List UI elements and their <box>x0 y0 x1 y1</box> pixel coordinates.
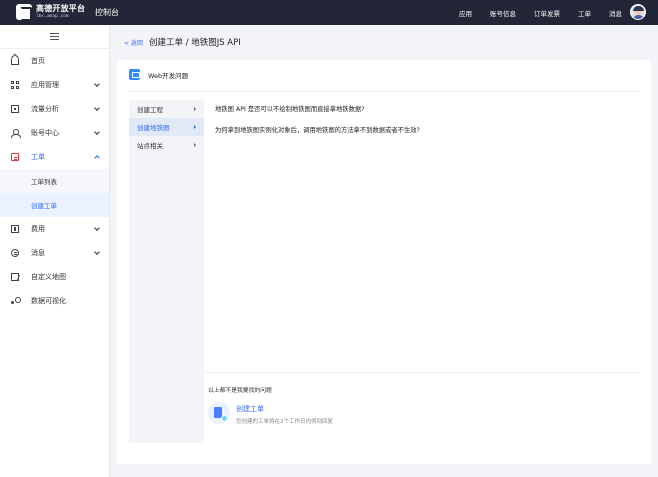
question-card: Web开发问题 创建工程 创建地铁图 站点相关 地铁图 API 是否可以不绘制地… <box>117 60 651 464</box>
apps-icon <box>11 81 19 89</box>
sidebar-item-traffic-analysis[interactable]: 流量分析 <box>0 97 109 121</box>
nav-messages[interactable]: 消息 <box>609 8 622 18</box>
chevron-down-icon <box>94 249 100 255</box>
logo-title: 高德开放平台 <box>36 3 86 13</box>
caret-right-icon <box>194 125 196 129</box>
monitor-icon <box>129 69 140 80</box>
logo[interactable]: 高德开放平台 lbs.amap.com <box>16 3 86 21</box>
nav-account-info[interactable]: 账号信息 <box>490 8 516 18</box>
sidebar-item-fees[interactable]: 费用 <box>0 217 109 241</box>
chevron-up-icon <box>94 155 100 161</box>
menu-toggle-icon[interactable] <box>50 33 59 40</box>
message-icon <box>11 249 19 257</box>
top-bar: 高德开放平台 lbs.amap.com 控制台 应用 账号信息 订单发票 工单 … <box>0 0 658 25</box>
card-title: Web开发问题 <box>148 71 189 80</box>
chevron-down-icon <box>94 225 100 231</box>
sidebar-subitem-create-ticket[interactable]: 创建工单 <box>0 193 109 217</box>
create-ticket-link[interactable]: 创建工单 <box>236 404 264 414</box>
chevron-down-icon <box>94 81 100 87</box>
logo-icon <box>16 4 32 21</box>
sidebar-item-label: 首页 <box>31 57 45 65</box>
sidebar-item-messages[interactable]: 消息 <box>0 241 109 265</box>
card-header: Web开发问题 <box>129 69 188 80</box>
create-ticket-icon[interactable] <box>208 402 230 424</box>
sidebar-item-app-management[interactable]: 应用管理 <box>0 73 109 97</box>
sidebar-item-account-center[interactable]: 账号中心 <box>0 121 109 145</box>
logo-subtitle: lbs.amap.com <box>36 13 69 19</box>
create-ticket-description: 您创建的工单将在2个工作日内得到回复 <box>236 419 334 425</box>
divider <box>129 91 639 92</box>
caret-right-icon <box>194 143 196 147</box>
user-icon <box>11 129 21 138</box>
sidebar-item-label: 费用 <box>31 225 45 233</box>
analytics-icon <box>11 105 19 113</box>
question-list: 地铁图 API 是否可以不绘制地铁图而直接拿地铁数据? 为何拿到地铁图实例化对象… <box>215 104 420 146</box>
sidebar-item-home[interactable]: 首页 <box>0 49 109 73</box>
category-create-subway-map[interactable]: 创建地铁图 <box>129 118 204 136</box>
visualization-icon <box>11 297 21 305</box>
sidebar-subitem-label: 工单列表 <box>31 178 57 186</box>
category-label: 创建地铁图 <box>137 124 170 132</box>
sidebar-item-label: 账号中心 <box>31 129 59 137</box>
category-create-project[interactable]: 创建工程 <box>129 100 204 118</box>
category-nav: 创建工程 创建地铁图 站点相关 <box>129 100 204 443</box>
fee-icon <box>11 225 19 233</box>
category-label: 站点相关 <box>137 142 163 150</box>
sidebar-menu: 首页 应用管理 流量分析 账号中心 工单 工单列表 创建工单 费用 消息 自定义… <box>0 49 109 313</box>
category-label: 创建工程 <box>137 106 163 114</box>
breadcrumb: < 返回 创建工单 / 地铁图JS API <box>124 36 241 48</box>
sidebar-subitem-ticket-list[interactable]: 工单列表 <box>0 169 109 193</box>
question-item[interactable]: 地铁图 API 是否可以不绘制地铁图而直接拿地铁数据? <box>215 104 420 125</box>
question-item[interactable]: 为何拿到地铁图实例化对象后，调用地铁图的方法拿不到数据或者不生效? <box>215 125 420 146</box>
ticket-icon <box>11 153 19 161</box>
divider <box>204 372 638 373</box>
sidebar-item-custom-map[interactable]: 自定义地图 <box>0 265 109 289</box>
avatar[interactable] <box>630 4 646 20</box>
sidebar-item-tickets[interactable]: 工单 <box>0 145 109 169</box>
map-icon <box>11 273 19 281</box>
nav-orders-invoices[interactable]: 订单发票 <box>534 8 560 18</box>
sidebar-item-label: 自定义地图 <box>31 273 66 281</box>
sidebar-item-label: 应用管理 <box>31 81 59 89</box>
sidebar: 首页 应用管理 流量分析 账号中心 工单 工单列表 创建工单 费用 消息 自定义… <box>0 25 110 477</box>
chevron-down-icon <box>94 105 100 111</box>
chevron-down-icon <box>94 129 100 135</box>
sidebar-item-label: 流量分析 <box>31 105 59 113</box>
footer-note: 以上都不是我要找的问题 <box>208 388 272 394</box>
sidebar-item-label: 消息 <box>31 249 45 257</box>
sidebar-item-data-visualization[interactable]: 数据可视化 <box>0 289 109 313</box>
sidebar-item-label: 工单 <box>31 153 45 161</box>
sidebar-subitem-label: 创建工单 <box>31 202 57 210</box>
page-title: 创建工单 / 地铁图JS API <box>148 38 241 48</box>
sidebar-item-label: 数据可视化 <box>31 297 66 305</box>
category-station-related[interactable]: 站点相关 <box>129 136 204 154</box>
nav-tickets[interactable]: 工单 <box>578 8 591 18</box>
back-link[interactable]: < 返回 <box>124 38 143 47</box>
top-nav: 应用 账号信息 订单发票 工单 消息 <box>441 0 622 25</box>
nav-apps[interactable]: 应用 <box>459 8 472 18</box>
caret-right-icon <box>194 107 196 111</box>
console-link[interactable]: 控制台 <box>95 0 119 25</box>
home-icon <box>11 59 19 65</box>
